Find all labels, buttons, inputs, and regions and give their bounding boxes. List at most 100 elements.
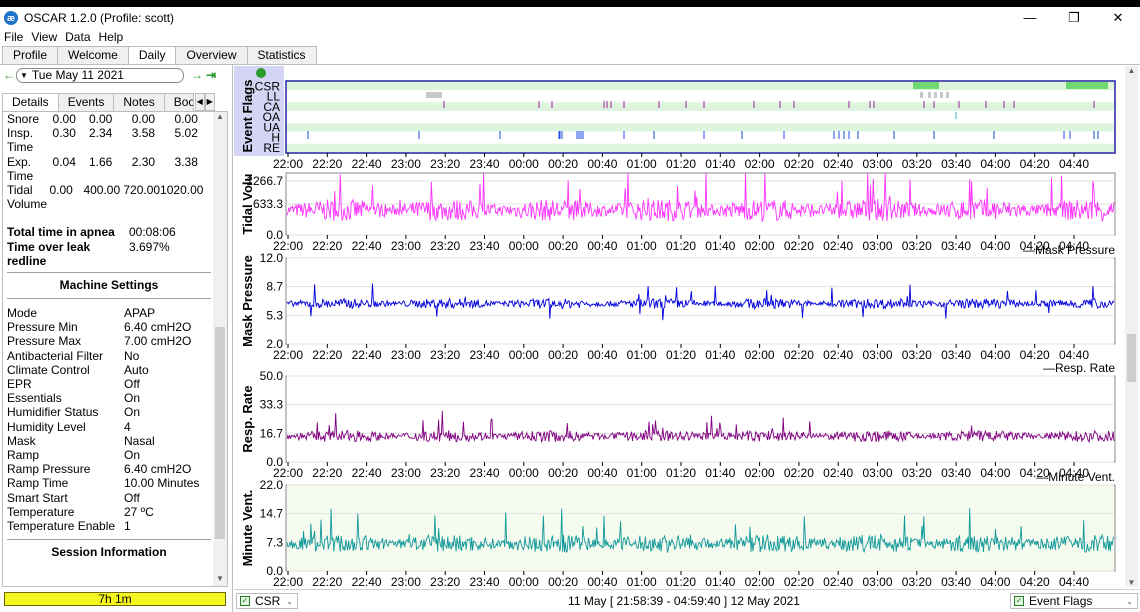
graphs-svg[interactable]: CSRLLCAOAUAHREEvent Flags22:00 22:20 22:40… bbox=[234, 66, 1124, 587]
checkbox-icon[interactable]: ✓ bbox=[240, 596, 250, 606]
x-tick-label: 04:00 bbox=[980, 466, 1010, 480]
x-tick-label: 02:20 bbox=[784, 348, 814, 362]
separator bbox=[7, 539, 211, 541]
usage-duration: 7h 1m bbox=[4, 592, 226, 606]
x-tick-label: 01:00 bbox=[627, 348, 657, 362]
prev-day-icon[interactable]: ← bbox=[2, 68, 16, 82]
graph-selector[interactable]: ✓ Event Flags ⌄ bbox=[1010, 593, 1138, 609]
chevron-down-icon: ⌄ bbox=[286, 596, 293, 606]
event-selector[interactable]: ✓ CSR ⌄ bbox=[236, 593, 298, 609]
x-tick-label: 03:00 bbox=[862, 466, 892, 480]
x-tick-label: 04:00 bbox=[980, 348, 1010, 362]
x-tick-label: 04:40 bbox=[1059, 157, 1089, 171]
x-tick-label: 01:20 bbox=[666, 239, 696, 253]
stats-value: 3.38 bbox=[174, 154, 198, 169]
graphs-area[interactable]: CSR LL CA OA UA H RE Event Flags 22:00 22:20 22:40… bbox=[234, 66, 1124, 587]
x-tick-label: 23:40 bbox=[469, 239, 499, 253]
x-tick-label: 01:20 bbox=[666, 157, 696, 171]
tab-statistics[interactable]: Statistics bbox=[246, 46, 317, 65]
x-tick-label: 00:00 bbox=[509, 239, 539, 253]
x-tick-label: 00:40 bbox=[587, 239, 617, 253]
graphs-scrollbar[interactable]: ▲ ▼ bbox=[1125, 66, 1138, 587]
minimize-icon[interactable]: — bbox=[1008, 7, 1052, 28]
window-title: OSCAR 1.2.0 (Profile: scott) bbox=[24, 10, 175, 25]
x-tick-label: 04:00 bbox=[980, 239, 1010, 253]
setting-row: Humidifier Status On bbox=[7, 405, 211, 419]
stats-value: 400.00 bbox=[83, 183, 121, 198]
x-tick-label: 00:20 bbox=[548, 348, 578, 362]
close-icon[interactable]: ✕ bbox=[1096, 7, 1140, 28]
scroll-down-icon[interactable]: ▼ bbox=[1125, 578, 1138, 587]
tab-details[interactable]: Details bbox=[2, 93, 59, 111]
panel-splitter[interactable] bbox=[232, 65, 233, 612]
x-tick-label: 01:20 bbox=[666, 575, 696, 587]
tab-daily[interactable]: Daily bbox=[127, 46, 177, 66]
event-flags-title: Event Flags bbox=[240, 80, 255, 153]
menu-help[interactable]: Help bbox=[99, 30, 124, 44]
setting-label: Antibacterial Filter bbox=[7, 348, 104, 363]
setting-value: 1 bbox=[124, 519, 131, 534]
machine-settings-title: Machine Settings bbox=[59, 278, 159, 293]
scroll-up-icon[interactable]: ▲ bbox=[1125, 66, 1138, 75]
y-tick-label: 5.3 bbox=[266, 308, 283, 322]
setting-row: EPR Off bbox=[7, 377, 211, 391]
x-tick-label: 00:40 bbox=[587, 348, 617, 362]
scroll-thumb[interactable] bbox=[1127, 334, 1136, 382]
tab-scroll-right-icon[interactable]: ▶ bbox=[204, 93, 215, 111]
scroll-thumb[interactable] bbox=[215, 327, 225, 539]
x-tick-label: 23:00 bbox=[391, 157, 421, 171]
checkbox-icon[interactable]: ✓ bbox=[1014, 596, 1024, 606]
setting-row: Humidity Level 4 bbox=[7, 420, 211, 434]
setting-value: 7.00 cmH2O bbox=[124, 334, 192, 349]
date-dropdown-icon[interactable]: ▼ bbox=[20, 71, 28, 80]
scroll-up-icon[interactable]: ▲ bbox=[213, 112, 227, 124]
x-tick-label: 23:20 bbox=[430, 239, 460, 253]
tab-scroll-left-icon[interactable]: ◀ bbox=[194, 93, 205, 111]
main-tabs: Profile Welcome Daily Overview Statistic… bbox=[2, 46, 317, 66]
tab-events[interactable]: Events bbox=[57, 93, 115, 111]
stats-label: Snore bbox=[7, 112, 40, 126]
setting-label: Smart Start bbox=[7, 490, 68, 505]
y-tick-label: 16.7 bbox=[260, 426, 284, 440]
setting-label: Climate Control bbox=[7, 362, 90, 377]
x-tick-label: 02:00 bbox=[745, 466, 775, 480]
details-scrollbar[interactable]: ▲ ▼ bbox=[213, 112, 227, 586]
setting-label: Mode bbox=[7, 306, 38, 321]
x-tick-label: 04:40 bbox=[1059, 575, 1089, 587]
tab-notes[interactable]: Notes bbox=[113, 93, 165, 111]
menu-data[interactable]: Data bbox=[65, 30, 90, 44]
setting-row: Antibacterial Filter No bbox=[7, 349, 211, 363]
date-picker[interactable]: ▼ Tue May 11 2021 bbox=[16, 67, 184, 83]
x-tick-label: 22:40 bbox=[352, 575, 382, 587]
leak-redline-row: Time over leak redline 3.697% bbox=[7, 240, 211, 268]
tab-welcome[interactable]: Welcome bbox=[57, 46, 129, 65]
x-tick-label: 00:20 bbox=[548, 239, 578, 253]
setting-label: Essentials bbox=[7, 391, 62, 406]
legend-label: —Resp. Rate bbox=[1043, 361, 1115, 375]
stats-value: 1020.00 bbox=[160, 183, 204, 198]
details-pane[interactable]: Snore 0.00 0.00 0.00 0.00 Insp. Time 0.3… bbox=[2, 111, 228, 587]
x-tick-label: 02:40 bbox=[823, 575, 853, 587]
setting-value: 6.40 cmH2O bbox=[124, 320, 192, 335]
tab-overview[interactable]: Overview bbox=[175, 46, 248, 65]
menu-view[interactable]: View bbox=[31, 30, 57, 44]
restore-icon[interactable]: ❐ bbox=[1052, 7, 1096, 28]
stats-value: 0.00 bbox=[131, 112, 156, 126]
menu-file[interactable]: File bbox=[4, 30, 23, 44]
oscar-app-icon: æ bbox=[4, 10, 18, 25]
plot-frame bbox=[285, 484, 1116, 572]
setting-value: On bbox=[124, 405, 141, 420]
tab-profile[interactable]: Profile bbox=[2, 46, 59, 65]
next-day-icon[interactable]: → bbox=[190, 68, 204, 82]
scroll-down-icon[interactable]: ▼ bbox=[213, 574, 227, 586]
setting-value: 27 ºC bbox=[124, 504, 154, 519]
x-tick-label: 04:20 bbox=[1020, 575, 1050, 587]
x-tick-label: 03:00 bbox=[862, 348, 892, 362]
last-day-icon[interactable]: ⇥ bbox=[204, 68, 218, 82]
date-range: 11 May [ 21:58:39 - 04:59:40 ] 12 May 20… bbox=[568, 594, 800, 608]
leak-redline-label: Time over leak redline bbox=[7, 239, 91, 268]
stats-row-insp-time: Insp. Time 0.30 2.34 3.58 5.02 bbox=[7, 126, 211, 154]
x-tick-label: 23:00 bbox=[391, 575, 421, 587]
tab-bookmarks[interactable]: Book bbox=[163, 93, 194, 111]
y-tick-label: 8.7 bbox=[266, 280, 283, 294]
